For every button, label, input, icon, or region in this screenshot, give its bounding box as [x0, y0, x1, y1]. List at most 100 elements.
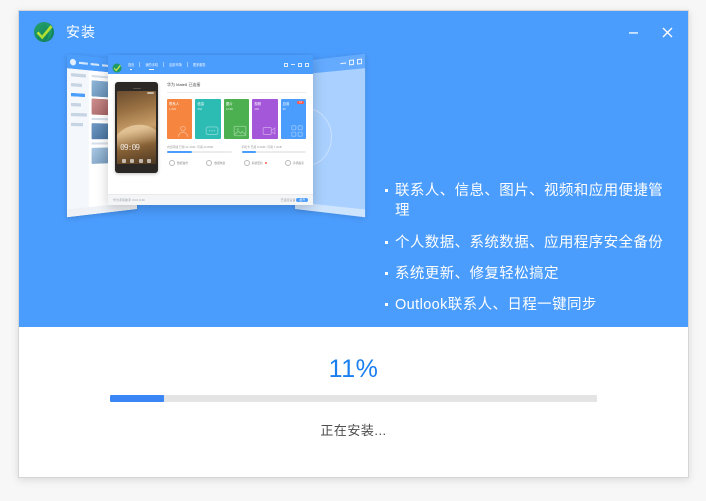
- phone-chin: [117, 164, 156, 169]
- storage-label: 手机卡 已用 8.6GB / 可用 7.4GB: [241, 145, 282, 149]
- phone-dock: [117, 159, 156, 163]
- footer-status: 已连接设备: [280, 198, 296, 202]
- feature-text: 联系人、信息、图片、视频和应用便捷管理: [395, 183, 664, 220]
- minimize-icon-small: [340, 62, 347, 65]
- sidebar-item: [70, 112, 87, 117]
- phone-screen: 09:09: [117, 91, 156, 164]
- tile-count: 96: [282, 107, 286, 112]
- speaker-icon: [132, 87, 141, 89]
- feature-list: 联系人、信息、图片、视频和应用便捷管理 个人数据、系统数据、应用程序安全备份 系…: [385, 181, 665, 315]
- storage-fill: [241, 151, 257, 153]
- footer-version: 华为手机助手 V3.0.0.30: [113, 198, 145, 202]
- bullet-icon: [385, 240, 388, 244]
- nav-item-my-phone: 我的手机: [145, 63, 159, 70]
- contacts-icon: [130, 159, 135, 163]
- minimize-icon-small: [291, 64, 295, 65]
- nav-item-app-market: 应用市场: [169, 63, 182, 67]
- nav-item-home: 首页: [128, 63, 135, 70]
- storage-track: [167, 151, 232, 153]
- close-icon-small: [356, 58, 363, 65]
- progress-percent-label: 11%: [328, 355, 379, 383]
- video-icon: [262, 127, 275, 135]
- category-tiles: 联系人 1,026 信息 362 图片 2,189 视频 108 12 应用 9…: [167, 99, 307, 139]
- gallery-sidebar: [66, 68, 89, 210]
- close-button[interactable]: [650, 15, 684, 49]
- phone-manager-preview-artwork: 首页 我的手机 应用市场 更多服务 09:09 华为 Mate8 已连接 联系人…: [61, 53, 366, 327]
- migrate-icon: [284, 160, 291, 166]
- bullet-icon: [385, 303, 388, 307]
- progress-bar-fill: [110, 395, 164, 402]
- tile-pictures: 图片 2,189: [223, 99, 250, 139]
- progress-bar-track: [110, 395, 597, 402]
- picture-icon: [233, 125, 247, 137]
- nav-divider: [139, 62, 141, 67]
- camera-icon: [146, 159, 151, 163]
- apps-icon: [291, 125, 303, 137]
- app-logo-icon-small: [69, 57, 77, 66]
- sidebar-item: [70, 122, 83, 127]
- tile-messages: 信息 362: [195, 99, 221, 139]
- footer-right-group: 已连接设备 断开: [281, 198, 308, 202]
- action-backup: 数据备份: [169, 160, 188, 166]
- storage-track: [241, 151, 306, 153]
- maximize-icon-small: [298, 62, 302, 67]
- sidebar-item: [70, 102, 81, 107]
- feature-item: 个人数据、系统数据、应用程序安全备份: [385, 233, 665, 253]
- dialer-icon: [122, 159, 127, 163]
- messages-icon: [138, 159, 143, 163]
- device-name: 华为 Mate8 已连接: [167, 82, 201, 87]
- foreground-window-controls: [284, 62, 309, 67]
- bullet-icon: [385, 271, 388, 275]
- backup-icon: [169, 160, 175, 166]
- divider: [167, 92, 306, 93]
- foreground-app-footer: 华为手机助手 V3.0.0.30 已连接设备 断开: [108, 194, 313, 205]
- settings-icon-small: [284, 62, 288, 67]
- action-label: 数据备份: [177, 161, 189, 165]
- close-icon: [662, 27, 672, 37]
- action-label: 数据恢复: [214, 161, 226, 165]
- tile-badge: 12: [297, 101, 305, 104]
- feature-item: 系统更新、修复轻松搞定: [385, 264, 665, 284]
- nav-placeholder: [90, 62, 100, 66]
- tile-count: 108: [254, 107, 259, 112]
- action-label: 手机搬家: [292, 161, 304, 165]
- foreground-app-titlebar: 首页 我的手机 应用市场 更多服务: [108, 55, 313, 74]
- action-label: 系统更新: [251, 161, 263, 165]
- tile-count: 1,026: [169, 107, 176, 112]
- feature-item: Outlook联系人、日程一键同步: [385, 295, 665, 315]
- action-update: 系统更新: [243, 160, 267, 166]
- tile-videos: 视频 108: [252, 99, 278, 139]
- feature-text: 系统更新、修复轻松搞定: [395, 265, 559, 282]
- feature-text: Outlook联系人、日程一键同步: [395, 297, 597, 314]
- feature-text: 个人数据、系统数据、应用程序安全备份: [395, 234, 664, 251]
- quick-actions: 数据备份 数据恢复 系统更新 手机搬家: [167, 160, 306, 166]
- nav-divider: [163, 62, 165, 67]
- sidebar-item: [70, 73, 86, 78]
- action-migrate: 手机搬家: [284, 160, 304, 166]
- phone-mockup: 09:09: [115, 82, 158, 173]
- nav-divider: [186, 62, 188, 67]
- maximize-icon-small: [349, 59, 354, 66]
- app-logo-icon: [33, 21, 55, 43]
- minimize-icon: [628, 31, 638, 34]
- feature-item: 联系人、信息、图片、视频和应用便捷管理: [385, 181, 665, 222]
- storage-bars: 内部存储 已用 41.2GB / 可用 22.8GB 手机卡 已用 8.6GB …: [167, 145, 306, 153]
- sidebar-item: [70, 92, 85, 98]
- installer-window: 安装 首页 我的手机 应用市场 更多服务 09:09 华为 Mate8 已连接 …: [18, 10, 689, 478]
- sidebar-item: [70, 82, 82, 88]
- notification-dot: [264, 162, 267, 164]
- minimize-button[interactable]: [616, 15, 650, 49]
- tile-count: 2,189: [225, 107, 233, 112]
- message-icon: [205, 126, 219, 135]
- close-icon-small: [305, 62, 309, 67]
- clock-widget: 09:09: [120, 143, 140, 152]
- phone-earpiece: [117, 86, 156, 90]
- foreground-app-nav: 首页 我的手机 应用市场 更多服务: [128, 62, 278, 70]
- footer-disconnect-button: 断开: [296, 198, 308, 202]
- tile-apps: 12 应用 96: [280, 99, 307, 139]
- hero-section: 首页 我的手机 应用市场 更多服务 09:09 华为 Mate8 已连接 联系人…: [19, 53, 688, 327]
- window-title: 安装: [66, 24, 96, 40]
- foreground-app-window: 首页 我的手机 应用市场 更多服务 09:09 华为 Mate8 已连接 联系人…: [108, 55, 313, 205]
- tile-count: 362: [197, 107, 203, 112]
- nav-item-more-services: 更多服务: [192, 63, 206, 67]
